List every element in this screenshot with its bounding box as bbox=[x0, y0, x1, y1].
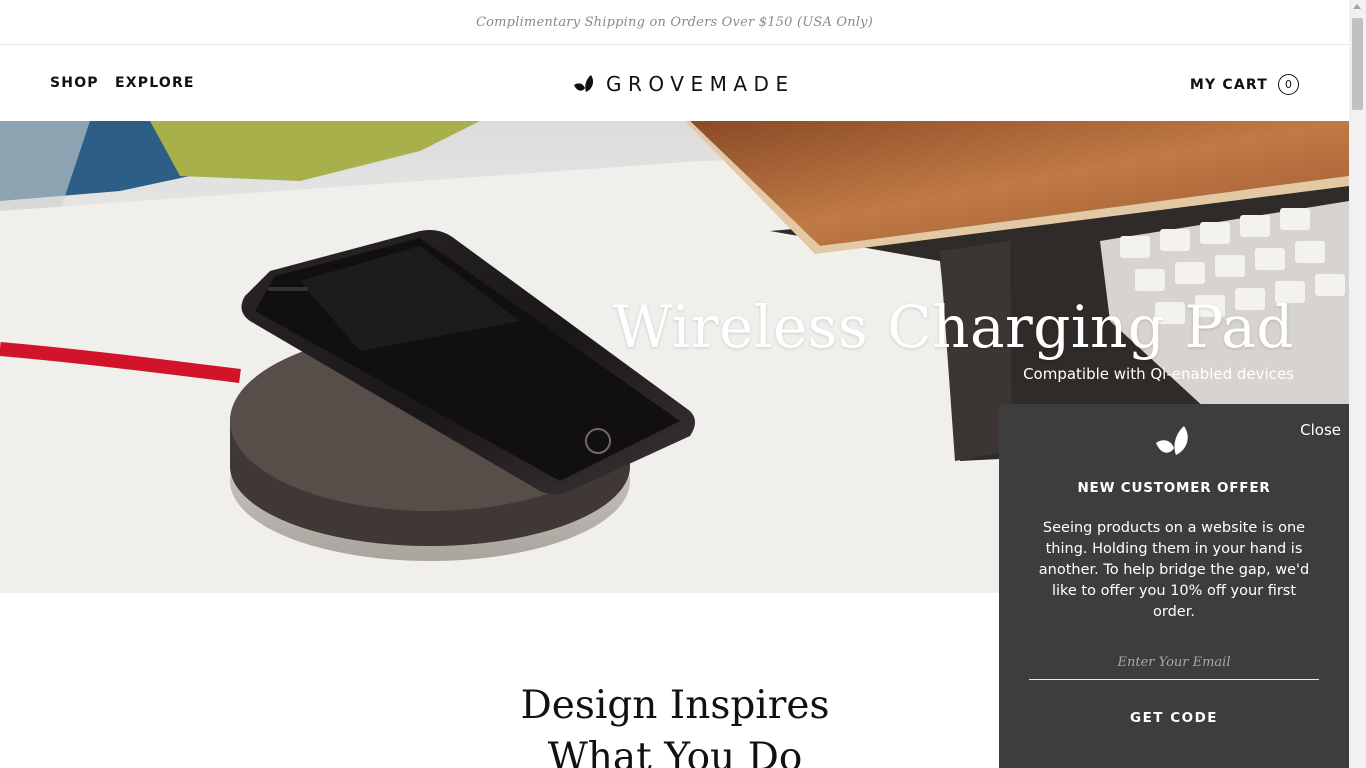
section-title: Design Inspires What You Do bbox=[475, 680, 875, 768]
hero-title: Wireless Charging Pad bbox=[612, 293, 1294, 361]
popup-body-text: Seeing products on a website is one thin… bbox=[1038, 520, 1310, 620]
nav-explore-link[interactable]: EXPLORE bbox=[115, 75, 195, 91]
nav-shop-link[interactable]: SHOP bbox=[50, 75, 99, 91]
popup-heading: NEW CUSTOMER OFFER bbox=[1077, 480, 1271, 496]
popup-close-button[interactable]: Close bbox=[1300, 421, 1341, 439]
cart-button[interactable]: MY CART 0 bbox=[1190, 74, 1299, 95]
hero-subtitle: Compatible with Qi-enabled devices bbox=[1023, 365, 1294, 383]
scroll-up-arrow-icon[interactable] bbox=[1353, 4, 1361, 9]
email-input[interactable] bbox=[1029, 646, 1319, 680]
cart-count-badge: 0 bbox=[1278, 74, 1299, 95]
section-title-line-1: Design Inspires bbox=[520, 683, 830, 728]
section-title-line-2: What You Do bbox=[547, 735, 803, 768]
cart-label: MY CART bbox=[1189, 76, 1268, 93]
page-scrollbar[interactable] bbox=[1349, 0, 1366, 768]
leaf-icon bbox=[1156, 426, 1188, 455]
new-customer-offer-popup: Close NEW CUSTOMER OFFER Seeing products… bbox=[999, 404, 1349, 768]
site-header: SHOP EXPLORE GROVEMADE MY CART 0 bbox=[0, 45, 1349, 121]
get-code-button[interactable]: GET CODE bbox=[999, 710, 1349, 726]
promo-text: Complimentary Shipping on Orders Over $1… bbox=[475, 14, 873, 30]
logo-wordmark: GROVEMADE bbox=[606, 72, 795, 96]
scrollbar-thumb[interactable] bbox=[1352, 18, 1363, 110]
leaf-icon bbox=[574, 75, 594, 92]
site-logo[interactable]: GROVEMADE bbox=[574, 72, 795, 96]
promo-bar: Complimentary Shipping on Orders Over $1… bbox=[0, 0, 1349, 45]
